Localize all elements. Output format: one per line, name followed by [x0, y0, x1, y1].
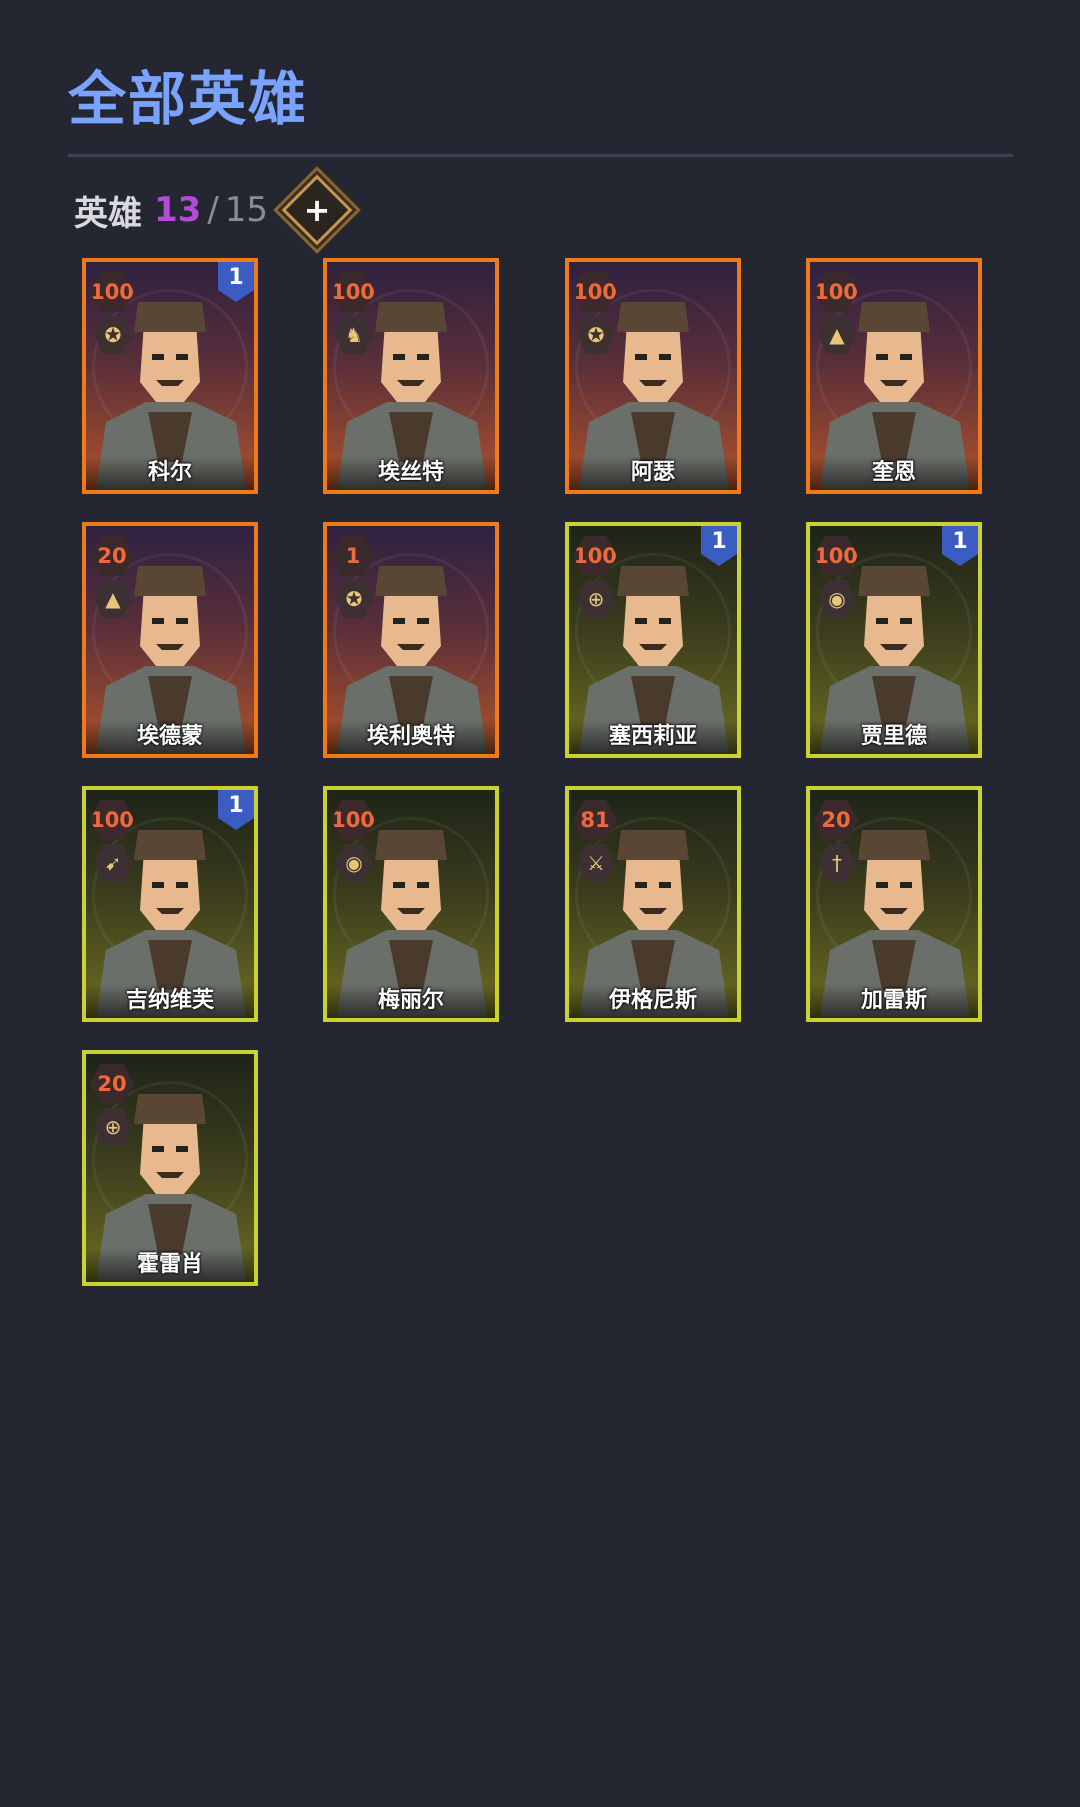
hero-card[interactable]: 81 ⚔ 伊格尼斯: [565, 786, 741, 1022]
hero-card[interactable]: 100 ◉ 梅丽尔: [323, 786, 499, 1022]
hero-name: 埃德蒙: [86, 720, 254, 754]
hero-grid: 100 ✪ 1 科尔 100 ♞ 埃丝特 100 ✪ 阿瑟 100 ▲ 奎恩 20 ▲ 埃德蒙 1 ✪ 埃利奥特 10…: [0, 0, 1080, 1807]
hero-card[interactable]: 20 † 加雷斯: [806, 786, 982, 1022]
hero-name: 科尔: [86, 456, 254, 490]
hero-card[interactable]: 100 ➹ 1 吉纳维芙: [82, 786, 258, 1022]
hero-name: 埃利奥特: [327, 720, 495, 754]
hero-card[interactable]: 100 ⊕ 1 塞西莉亚: [565, 522, 741, 758]
hero-name: 奎恩: [810, 456, 978, 490]
hero-card[interactable]: 1 ✪ 埃利奥特: [323, 522, 499, 758]
hero-card[interactable]: 100 ▲ 奎恩: [806, 258, 982, 494]
hero-card[interactable]: 100 ♞ 埃丝特: [323, 258, 499, 494]
hero-name: 梅丽尔: [327, 984, 495, 1018]
hero-card[interactable]: 20 ▲ 埃德蒙: [82, 522, 258, 758]
hero-name: 贾里德: [810, 720, 978, 754]
hero-name: 霍雷肖: [86, 1248, 254, 1282]
hero-name: 塞西莉亚: [569, 720, 737, 754]
hero-name: 吉纳维芙: [86, 984, 254, 1018]
hero-name: 伊格尼斯: [569, 984, 737, 1018]
hero-card[interactable]: 100 ✪ 阿瑟: [565, 258, 741, 494]
hero-name: 埃丝特: [327, 456, 495, 490]
hero-card[interactable]: 100 ✪ 1 科尔: [82, 258, 258, 494]
hero-name: 加雷斯: [810, 984, 978, 1018]
hero-card[interactable]: 20 ⊕ 霍雷肖: [82, 1050, 258, 1286]
hero-card[interactable]: 100 ◉ 1 贾里德: [806, 522, 982, 758]
hero-name: 阿瑟: [569, 456, 737, 490]
